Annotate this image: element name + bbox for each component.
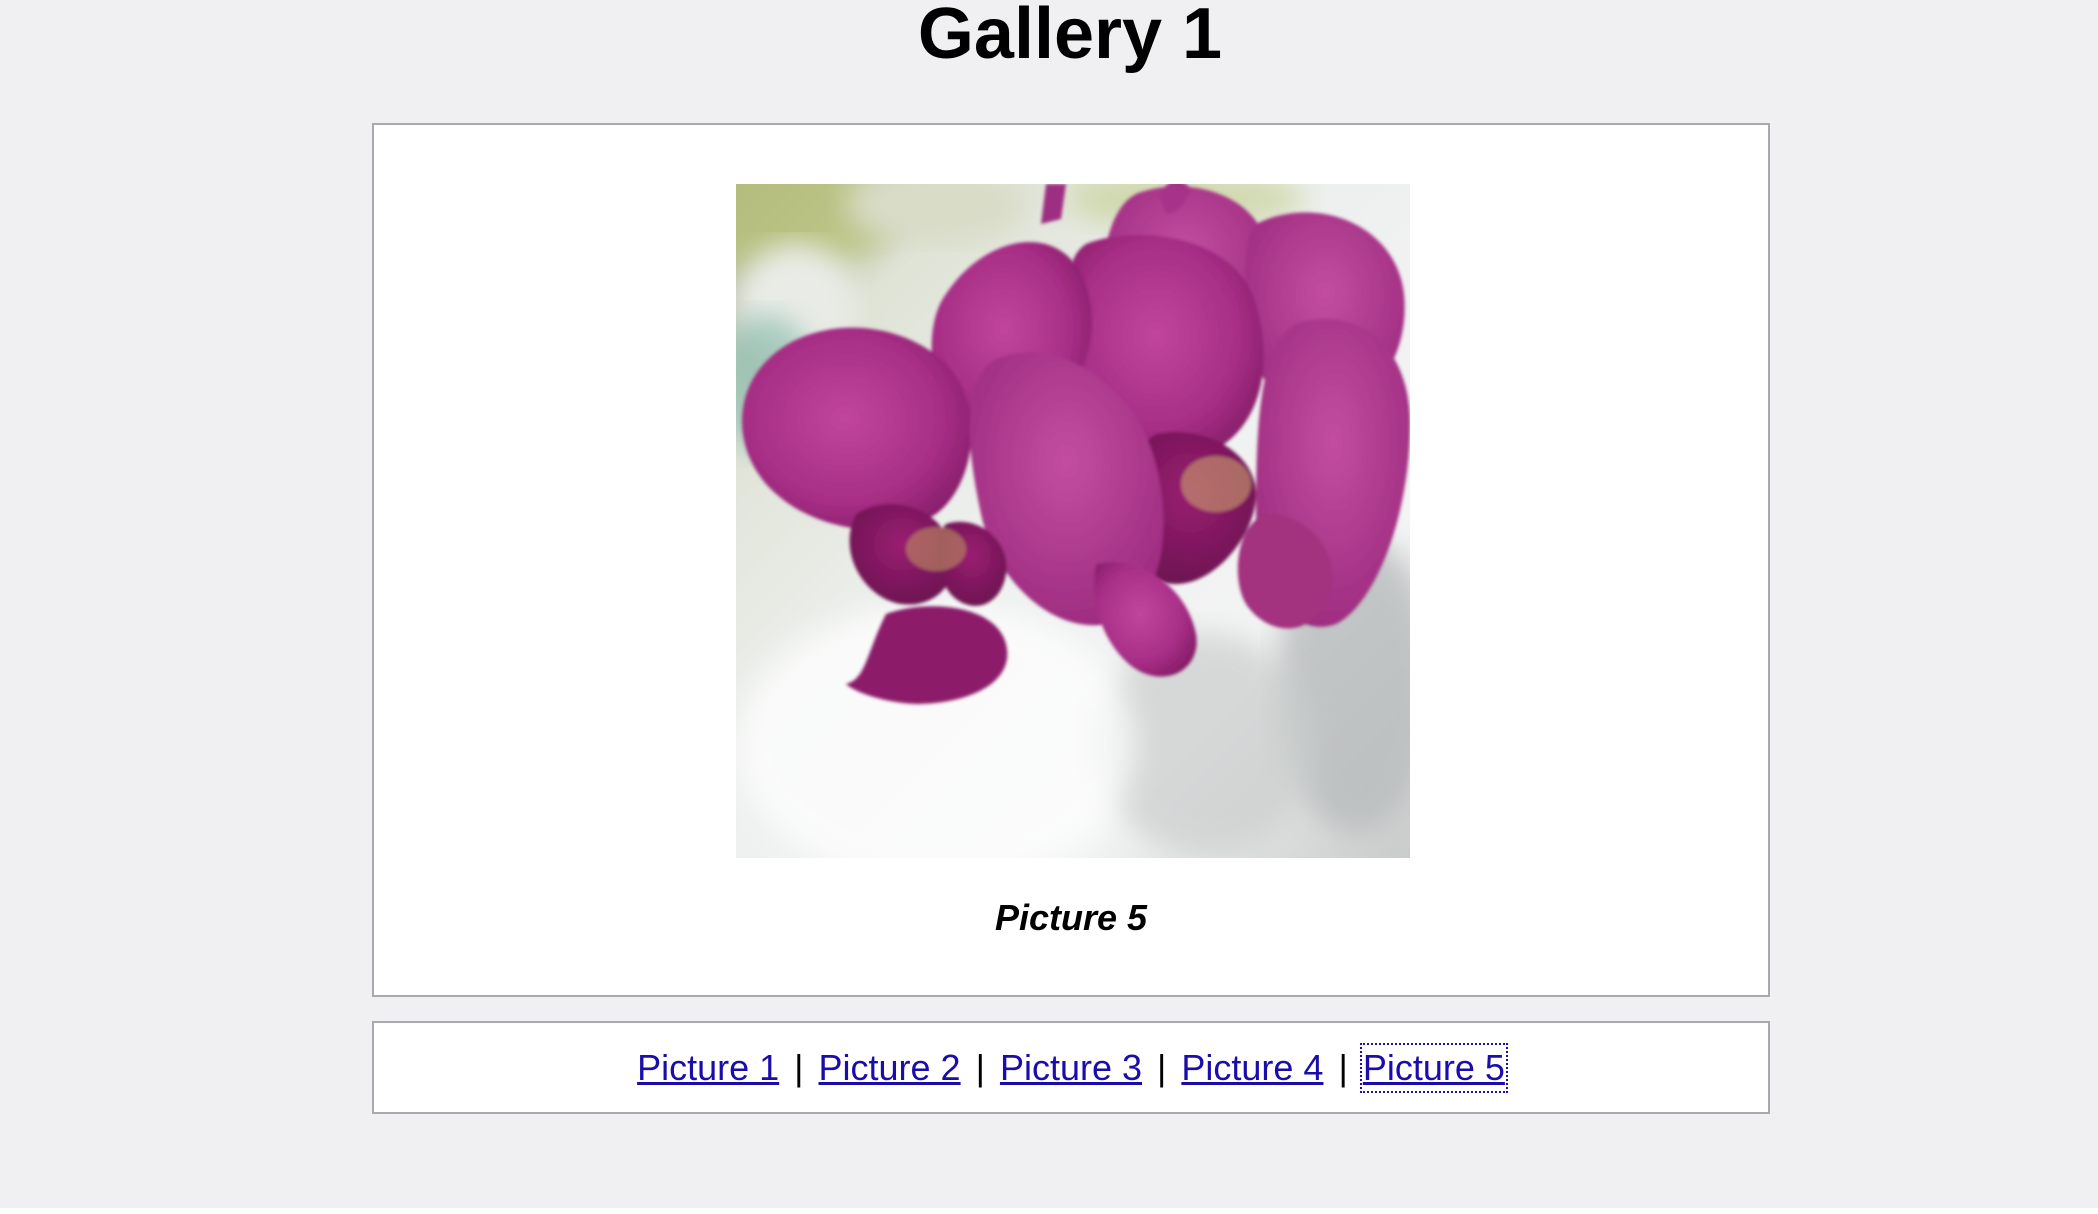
picture-1-link[interactable]: Picture 1 bbox=[636, 1045, 780, 1091]
picture-2-link[interactable]: Picture 2 bbox=[818, 1045, 962, 1091]
page-bottom-edge bbox=[0, 1208, 2098, 1214]
orchid-photo bbox=[736, 184, 1410, 858]
image-viewer-panel: Picture 5 bbox=[372, 123, 1770, 997]
picture-3-link[interactable]: Picture 3 bbox=[999, 1045, 1143, 1091]
separator: | bbox=[1157, 1046, 1167, 1088]
picture-5-link[interactable]: Picture 5 bbox=[1359, 1042, 1508, 1093]
gallery-page: Gallery 1 Picture 5 Picture 1 | Picture … bbox=[0, 0, 2098, 1214]
separator: | bbox=[1338, 1046, 1348, 1088]
separator: | bbox=[975, 1046, 985, 1088]
separator: | bbox=[794, 1046, 804, 1088]
picture-4-link[interactable]: Picture 4 bbox=[1180, 1045, 1324, 1091]
picture-navigation: Picture 1 | Picture 2 | Picture 3 | Pict… bbox=[372, 1021, 1770, 1114]
page-title: Gallery 1 bbox=[917, 0, 1223, 74]
image-caption: Picture 5 bbox=[994, 897, 1148, 938]
